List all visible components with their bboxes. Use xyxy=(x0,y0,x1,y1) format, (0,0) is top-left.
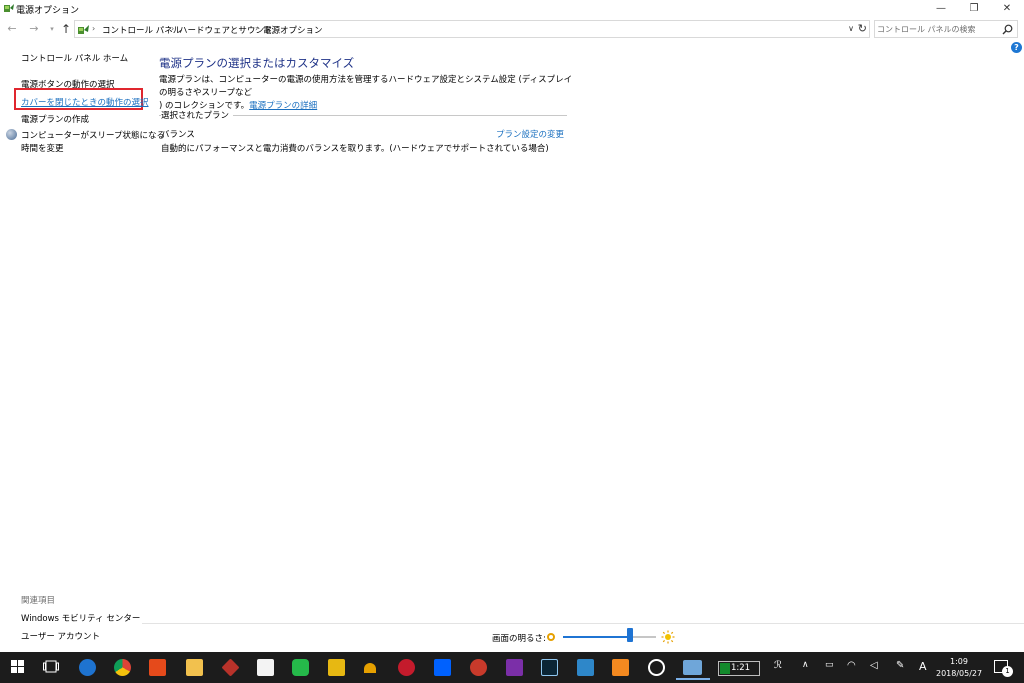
edge-browser-icon[interactable] xyxy=(79,659,96,676)
breadcrumb-hardware-sound[interactable]: ハードウェアとサウンド xyxy=(179,24,272,36)
line-messenger-icon[interactable] xyxy=(292,659,309,676)
search-box[interactable] xyxy=(874,20,1018,38)
vivaldi-like-v-icon[interactable] xyxy=(328,659,345,676)
back-arrow-icon[interactable]: ← xyxy=(5,22,19,36)
brightness-slider-fill xyxy=(563,636,630,638)
search-icon[interactable] xyxy=(1002,24,1013,35)
clock-date: 2018/05/27 xyxy=(936,669,983,678)
app-c-icon[interactable] xyxy=(470,659,487,676)
sidebar-item-label: コンピューターがスリープ状態になる xyxy=(21,131,165,141)
pen-icon[interactable]: ✎ xyxy=(896,660,904,671)
sidebar-item-lid-close-action[interactable]: カバーを閉じたときの動作の選択 xyxy=(21,96,149,108)
ime-indicator[interactable]: A xyxy=(919,660,927,673)
close-button[interactable]: ✕ xyxy=(990,0,1024,17)
related-header: 関連項目 xyxy=(21,596,56,606)
brightness-slider-track[interactable] xyxy=(563,636,656,638)
control-panel-icon xyxy=(78,25,89,34)
control-panel-taskbar-icon[interactable] xyxy=(683,660,702,675)
battery-widget[interactable]: 1:21 xyxy=(718,661,760,676)
clock[interactable]: 1:09 2018/05/27 xyxy=(936,656,982,680)
clock-time: 1:09 xyxy=(950,657,968,666)
recent-locations-chevron-icon[interactable]: ▾ xyxy=(45,22,59,36)
forward-arrow-icon[interactable]: → xyxy=(27,22,41,36)
sidebar-item-label: 時間を変更 xyxy=(21,144,64,154)
power-options-icon xyxy=(4,4,14,12)
windows-start-icon[interactable] xyxy=(11,660,24,673)
breadcrumb-separator-icon[interactable]: › xyxy=(171,24,174,33)
sidebar-item-create-power-plan[interactable]: 電源プランの作成 xyxy=(21,113,89,125)
people-icon[interactable]: ℛ xyxy=(774,660,782,671)
page-description: 電源プランは、コンピューターの電源の使用方法を管理するハードウェア設定とシステム… xyxy=(159,74,579,113)
file-explorer-icon[interactable] xyxy=(186,659,203,676)
notification-count: 1 xyxy=(1002,666,1013,677)
battery-fill xyxy=(720,663,730,674)
app-document-icon[interactable] xyxy=(257,659,274,676)
address-dropdown-icon[interactable]: ∨ xyxy=(848,24,854,33)
task-view-icon[interactable] xyxy=(43,660,59,673)
bottom-divider xyxy=(142,623,1024,624)
related-link-user-accounts[interactable]: ユーザー アカウント xyxy=(21,630,100,642)
brightness-label: 画面の明るさ: xyxy=(492,634,546,644)
breadcrumb-separator-icon[interactable]: › xyxy=(92,24,95,33)
plan-name: バランス xyxy=(161,130,195,140)
breadcrumb-control-panel[interactable]: コントロール パネル xyxy=(102,24,181,36)
brightness-slider-thumb[interactable] xyxy=(626,628,633,642)
power-plan-details-link[interactable]: 電源プランの詳細 xyxy=(249,101,317,111)
help-icon[interactable]: ? xyxy=(1011,42,1022,53)
dim-sun-icon xyxy=(547,633,555,641)
refresh-icon[interactable]: ↻ xyxy=(858,22,867,35)
volume-icon[interactable]: ◁ xyxy=(870,660,878,671)
sidebar-item-change-sleep-time[interactable]: コンピューターがスリープ状態になる 時間を変更 xyxy=(21,130,165,156)
lightroom-icon[interactable] xyxy=(541,659,558,676)
related-link-mobility-center[interactable]: Windows モビリティ センター xyxy=(21,612,140,624)
title-bar: 電源オプション — ❐ ✕ xyxy=(0,0,1024,17)
change-plan-settings-link[interactable]: プラン設定の変更 xyxy=(496,128,564,140)
navigation-bar: ← → ▾ ↑ › コントロール パネル › ハードウェアとサウンド › 電源オ… xyxy=(0,18,1024,40)
battery-text: 1:21 xyxy=(731,663,751,673)
breadcrumb-separator-icon[interactable]: › xyxy=(255,24,258,33)
onenote-icon[interactable] xyxy=(506,659,523,676)
address-bar[interactable]: › コントロール パネル › ハードウェアとサウンド › 電源オプション ∨ ↻ xyxy=(74,20,870,38)
active-app-indicator xyxy=(676,678,710,680)
settings-gear-icon[interactable] xyxy=(648,659,665,676)
sidebar: コントロール パネル ホーム 電源ボタンの動作の選択 カバーを閉じたときの動作の… xyxy=(0,40,165,650)
app-m-icon[interactable] xyxy=(577,659,594,676)
app-orange-asterisk-icon[interactable] xyxy=(612,659,629,676)
restore-button[interactable]: ❐ xyxy=(957,0,991,17)
sleep-moon-icon xyxy=(6,129,17,140)
office-icon[interactable] xyxy=(149,659,166,676)
minimize-button[interactable]: — xyxy=(924,0,958,17)
plan-description: 自動的にパフォーマンスと電力消費のバランスを取ります。(ハードウェアでサポートさ… xyxy=(161,144,549,154)
up-arrow-icon[interactable]: ↑ xyxy=(59,22,73,36)
chrome-icon[interactable] xyxy=(114,659,131,676)
bright-sun-icon xyxy=(661,630,675,644)
app-hat-icon[interactable] xyxy=(364,663,376,673)
dropbox-icon[interactable] xyxy=(434,659,451,676)
section-header: 選択されたプラン xyxy=(161,109,234,121)
wifi-icon[interactable]: ◠ xyxy=(847,660,856,671)
app-red-circle-icon[interactable] xyxy=(398,659,415,676)
page-title: 電源プランの選択またはカスタマイズ xyxy=(159,56,355,70)
search-input[interactable] xyxy=(877,22,997,36)
battery-tray-icon[interactable]: ▭ xyxy=(825,660,834,670)
window-title: 電源オプション xyxy=(16,6,80,16)
show-hidden-icons-chevron-icon[interactable]: ∧ xyxy=(802,660,809,670)
description-line: 電源プランは、コンピューターの電源の使用方法を管理するハードウェア設定とシステム… xyxy=(159,75,573,98)
action-center-icon[interactable]: 1 xyxy=(994,660,1013,677)
breadcrumb-power-options[interactable]: 電源オプション xyxy=(263,24,323,36)
sidebar-item-control-panel-home[interactable]: コントロール パネル ホーム xyxy=(21,52,128,64)
